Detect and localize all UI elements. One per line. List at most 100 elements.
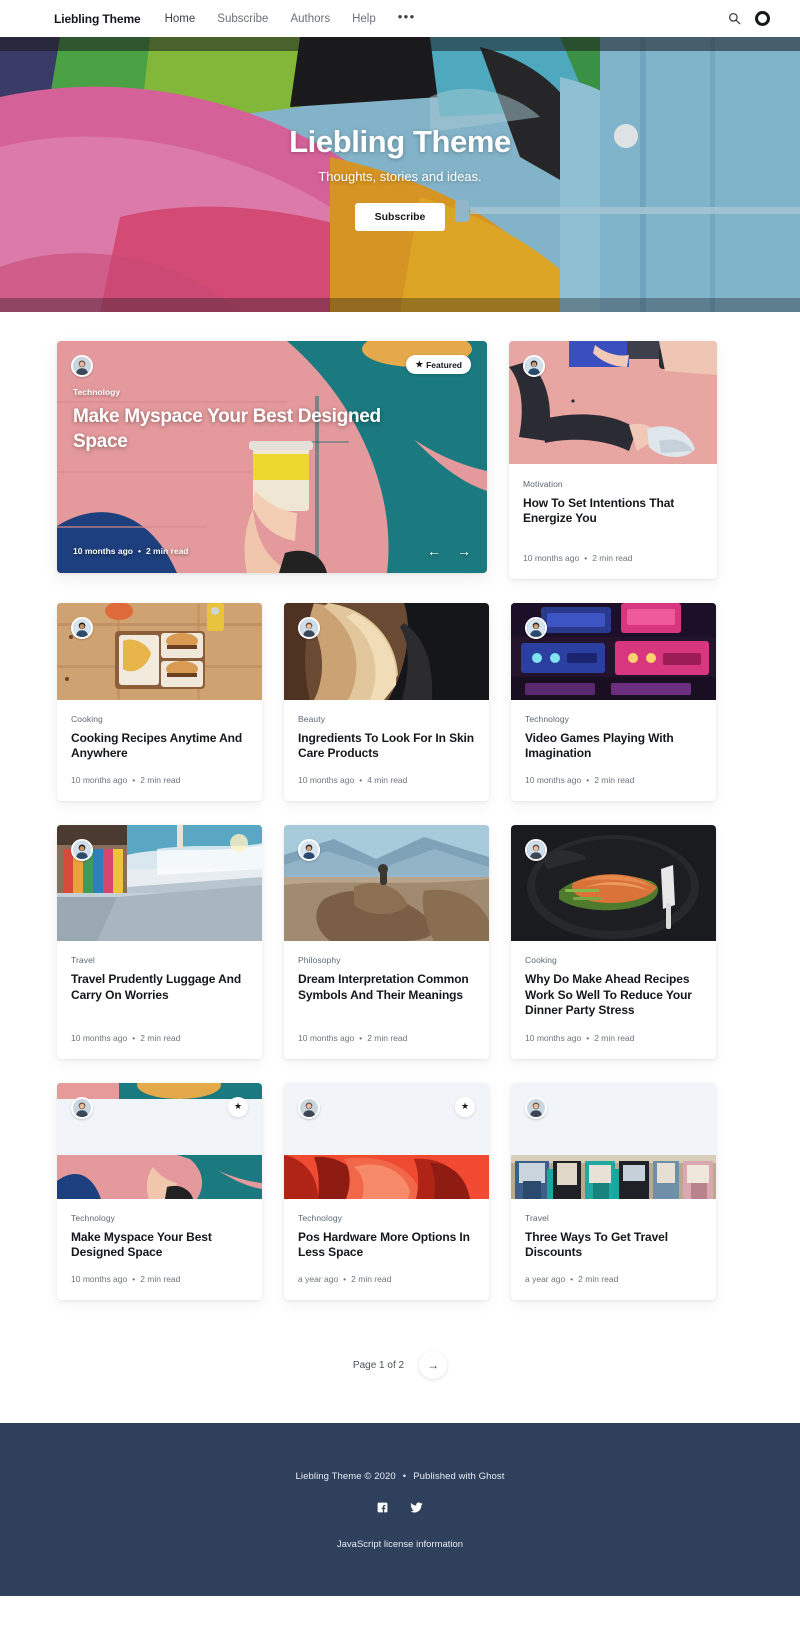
- meta-dot: •: [565, 1274, 578, 1284]
- post-readtime: 2 min read: [592, 553, 632, 563]
- post-image: [57, 603, 262, 700]
- avatar[interactable]: [298, 617, 320, 639]
- avatar-image: [300, 619, 318, 637]
- post-readtime: 2 min read: [594, 1033, 634, 1043]
- carousel-prev-icon[interactable]: ←: [427, 543, 441, 559]
- avatar-image: [73, 841, 91, 859]
- feed-row-3: Travel Travel Prudently Luggage And Carr…: [57, 825, 743, 1058]
- post-title[interactable]: Cooking Recipes Anytime And Anywhere: [71, 731, 248, 762]
- post-date: 10 months ago: [298, 775, 354, 785]
- meta-dot: •: [338, 1274, 351, 1284]
- nav-item-help[interactable]: Help: [352, 13, 376, 25]
- avatar[interactable]: [523, 355, 545, 377]
- featured-post-tag[interactable]: Technology: [73, 387, 471, 397]
- avatar-image: [300, 841, 318, 859]
- post-meta: 10 months ago•2 min read: [57, 1274, 262, 1300]
- post-title[interactable]: How To Set Intentions That Energize You: [523, 496, 703, 527]
- avatar[interactable]: [298, 1097, 320, 1119]
- post-date: 10 months ago: [71, 1274, 127, 1284]
- featured-post-readtime: 2 min read: [146, 546, 189, 556]
- nav-more-icon[interactable]: •••: [398, 14, 416, 23]
- meta-dot: •: [127, 1033, 140, 1043]
- post-card[interactable]: Travel Three Ways To Get Travel Discount…: [511, 1083, 716, 1301]
- hero-subscribe-button[interactable]: Subscribe: [355, 203, 446, 231]
- meta-dot: •: [354, 775, 367, 785]
- post-title[interactable]: Dream Interpretation Common Symbols And …: [298, 972, 475, 1003]
- post-meta: 10 months ago•2 min read: [511, 1033, 716, 1059]
- featured-post-title[interactable]: Make Myspace Your Best Designed Space: [73, 405, 403, 454]
- twitter-icon[interactable]: [409, 1501, 424, 1519]
- nav-item-subscribe[interactable]: Subscribe: [217, 13, 268, 25]
- carousel-next-icon[interactable]: →: [457, 543, 471, 559]
- avatar[interactable]: [71, 617, 93, 639]
- post-tag[interactable]: Philosophy: [298, 955, 475, 965]
- post-card[interactable]: Cooking Why Do Make Ahead Recipes Work S…: [511, 825, 716, 1058]
- post-date: 10 months ago: [523, 553, 579, 563]
- post-tag[interactable]: Technology: [71, 1213, 248, 1223]
- post-title[interactable]: Ingredients To Look For In Skin Care Pro…: [298, 731, 475, 762]
- featured-post-card[interactable]: ★ Featured Technology Make Myspace Your …: [57, 341, 487, 573]
- header-actions: [728, 11, 770, 26]
- post-title[interactable]: Why Do Make Ahead Recipes Work So Well T…: [525, 972, 702, 1018]
- post-card[interactable]: Technology Video Games Playing With Imag…: [511, 603, 716, 802]
- post-tag[interactable]: Technology: [525, 714, 702, 724]
- post-tag[interactable]: Technology: [298, 1213, 475, 1223]
- meta-dot: •: [581, 775, 594, 785]
- featured-star-icon: ★: [415, 359, 423, 370]
- pagination: Page 1 of 2 →: [57, 1324, 743, 1423]
- post-tag[interactable]: Cooking: [525, 955, 702, 965]
- footer-js-license[interactable]: JavaScript license information: [0, 1539, 800, 1550]
- search-icon[interactable]: [728, 12, 741, 25]
- post-meta: 10 months ago•2 min read: [57, 1033, 262, 1059]
- post-card[interactable]: ★ Technology Pos Hardware More Options I…: [284, 1083, 489, 1301]
- post-readtime: 2 min read: [367, 1033, 407, 1043]
- footer-copyright[interactable]: Liebling Theme © 2020: [296, 1471, 396, 1482]
- post-title[interactable]: Travel Prudently Luggage And Carry On Wo…: [71, 972, 248, 1003]
- post-image: [511, 603, 716, 700]
- post-readtime: 2 min read: [578, 1274, 618, 1284]
- post-tag[interactable]: Travel: [525, 1213, 702, 1223]
- post-card[interactable]: Travel Travel Prudently Luggage And Carr…: [57, 825, 262, 1058]
- post-meta: a year ago•2 min read: [511, 1274, 716, 1300]
- avatar[interactable]: [71, 1097, 93, 1119]
- post-date: a year ago: [298, 1274, 338, 1284]
- post-meta: 10 months ago•2 min read: [509, 553, 717, 579]
- avatar-image: [527, 841, 545, 859]
- post-date: 10 months ago: [71, 1033, 127, 1043]
- next-page-button[interactable]: →: [419, 1351, 447, 1379]
- post-tag[interactable]: Beauty: [298, 714, 475, 724]
- account-avatar-icon[interactable]: [755, 11, 770, 26]
- avatar[interactable]: [525, 1097, 547, 1119]
- post-title[interactable]: Video Games Playing With Imagination: [525, 731, 702, 762]
- post-tag[interactable]: Travel: [71, 955, 248, 965]
- post-card[interactable]: Cooking Cooking Recipes Anytime And Anyw…: [57, 603, 262, 802]
- site-brand[interactable]: Liebling Theme: [54, 12, 141, 26]
- post-tag[interactable]: Cooking: [71, 714, 248, 724]
- hero-title: Liebling Theme: [289, 124, 511, 160]
- meta-dot: •: [127, 1274, 140, 1284]
- post-card[interactable]: Beauty Ingredients To Look For In Skin C…: [284, 603, 489, 802]
- post-card[interactable]: Motivation How To Set Intentions That En…: [509, 341, 717, 579]
- footer-published-with[interactable]: Published with Ghost: [413, 1471, 504, 1482]
- post-feed: ★ Featured Technology Make Myspace Your …: [0, 312, 800, 1423]
- post-date: 10 months ago: [298, 1033, 354, 1043]
- post-tag[interactable]: Motivation: [523, 479, 703, 489]
- avatar[interactable]: [525, 617, 547, 639]
- meta-dot: •: [133, 546, 146, 556]
- main-nav: Home Subscribe Authors Help •••: [165, 13, 416, 25]
- post-date: 10 months ago: [71, 775, 127, 785]
- post-meta: 10 months ago•2 min read: [511, 775, 716, 801]
- facebook-icon[interactable]: [376, 1501, 389, 1519]
- post-card[interactable]: ★ Technology Make Myspace Your Best Desi…: [57, 1083, 262, 1301]
- post-title[interactable]: Make Myspace Your Best Designed Space: [71, 1230, 248, 1261]
- post-card[interactable]: Philosophy Dream Interpretation Common S…: [284, 825, 489, 1058]
- post-title[interactable]: Pos Hardware More Options In Less Space: [298, 1230, 475, 1261]
- site-footer: Liebling Theme © 2020•Published with Gho…: [0, 1423, 800, 1596]
- nav-item-home[interactable]: Home: [165, 13, 196, 25]
- nav-item-authors[interactable]: Authors: [290, 13, 330, 25]
- featured-post-meta: 10 months ago•2 min read: [73, 546, 189, 556]
- post-meta: a year ago•2 min read: [284, 1274, 489, 1300]
- post-title[interactable]: Three Ways To Get Travel Discounts: [525, 1230, 702, 1261]
- meta-dot: •: [354, 1033, 367, 1043]
- avatar-image: [300, 1099, 318, 1117]
